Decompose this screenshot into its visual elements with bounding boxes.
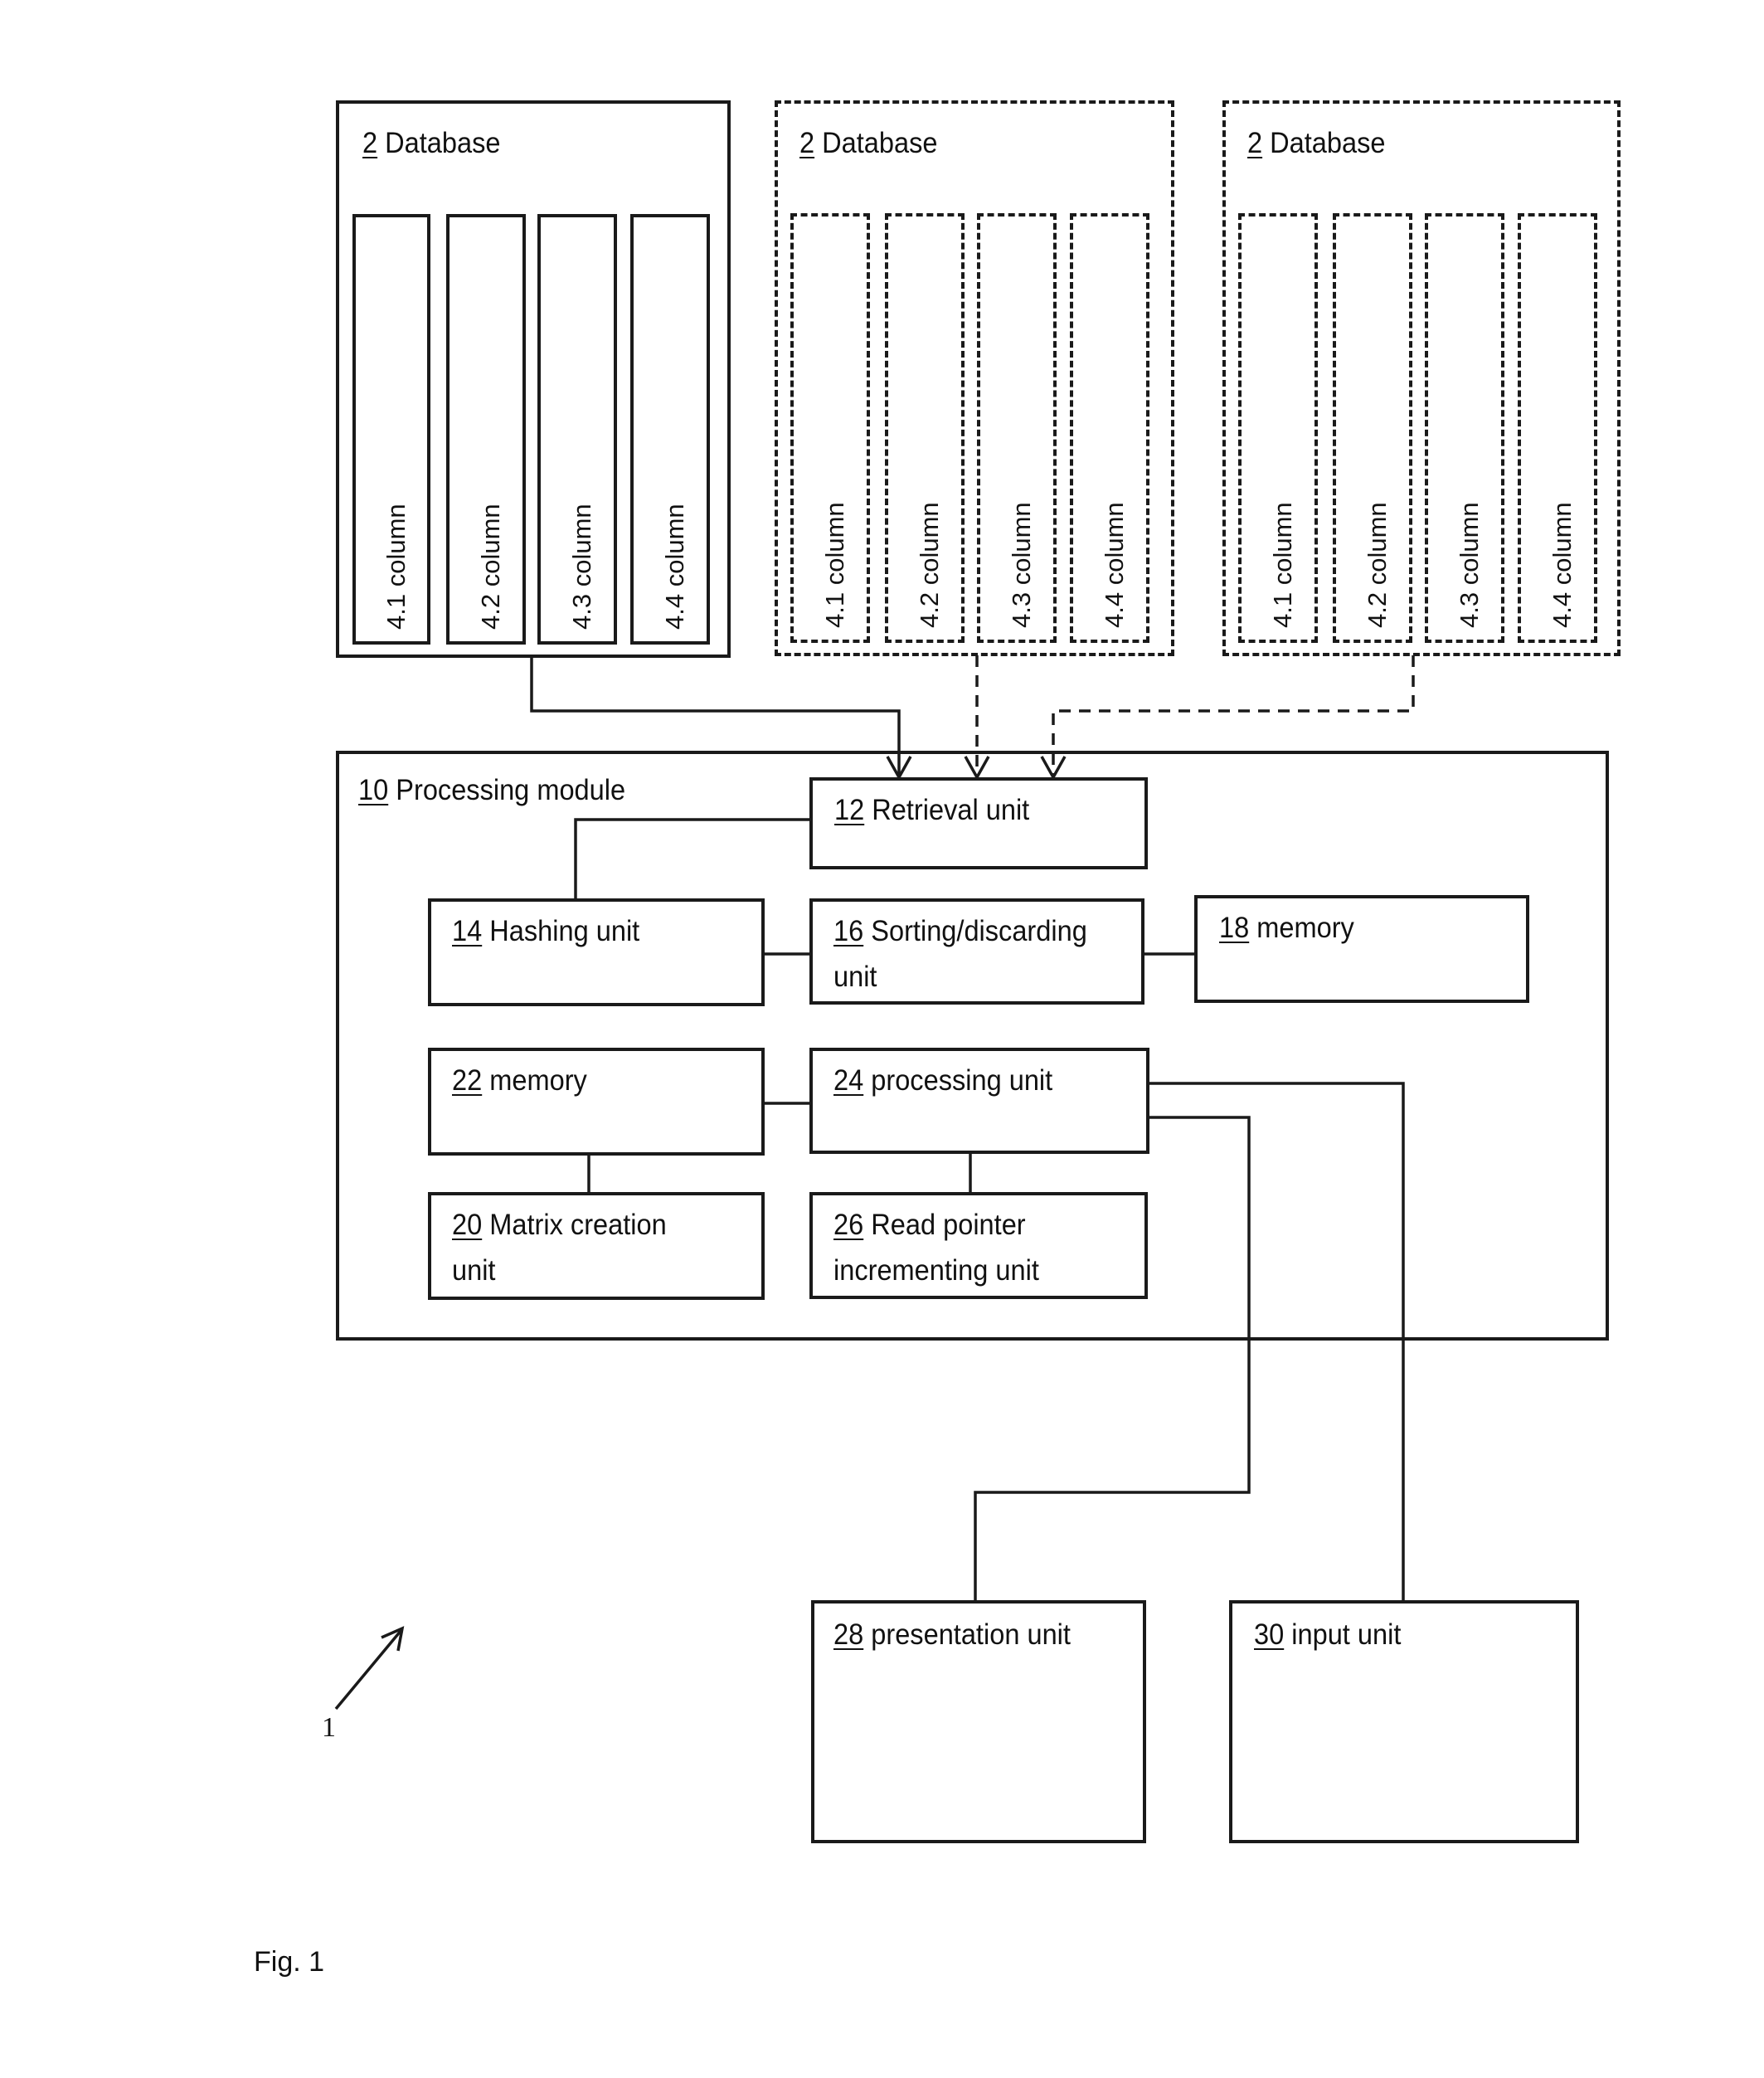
unit-number: 20 bbox=[452, 1209, 483, 1241]
database-1-name: Database bbox=[385, 127, 501, 159]
db1-column-4-2: 4.2 column bbox=[446, 214, 526, 645]
database-2-name: Database bbox=[822, 127, 938, 159]
unit-number: 12 bbox=[834, 794, 865, 826]
matrix-creation-unit: 20 Matrix creation unit bbox=[428, 1192, 765, 1300]
unit-name-line2: incrementing unit bbox=[833, 1254, 1039, 1287]
db3-column-4-1: 4.1 column bbox=[1238, 213, 1318, 643]
retrieval-unit: 12 Retrieval unit bbox=[809, 777, 1148, 869]
column-label: 4.1 column bbox=[381, 504, 411, 630]
memory-18: 18 memory bbox=[1194, 895, 1529, 1003]
column-label: 4.2 column bbox=[915, 502, 944, 628]
column-label: 4.1 column bbox=[820, 502, 849, 628]
unit-number: 16 bbox=[833, 915, 864, 947]
db1-column-4-1: 4.1 column bbox=[352, 214, 430, 645]
unit-number: 28 bbox=[833, 1618, 864, 1651]
unit-name: memory bbox=[1256, 912, 1354, 944]
db1-column-4-3: 4.3 column bbox=[537, 214, 617, 645]
unit-name: Retrieval unit bbox=[872, 794, 1030, 826]
matrix-creation-unit-label: 20 Matrix creation unit bbox=[452, 1202, 667, 1293]
db2-column-4-4: 4.4 column bbox=[1070, 213, 1149, 643]
unit-name: input unit bbox=[1291, 1618, 1402, 1651]
reference-arrow-line bbox=[334, 1628, 403, 1711]
unit-name: Read pointer bbox=[871, 1209, 1026, 1241]
database-3-title: 2 Database bbox=[1247, 120, 1385, 166]
unit-name: presentation unit bbox=[871, 1618, 1071, 1651]
retrieval-unit-label: 12 Retrieval unit bbox=[834, 787, 1029, 833]
unit-number: 24 bbox=[833, 1064, 864, 1097]
db3-column-4-4: 4.4 column bbox=[1518, 213, 1597, 643]
processing-unit: 24 processing unit bbox=[809, 1048, 1149, 1154]
db3-column-4-3: 4.3 column bbox=[1425, 213, 1504, 643]
unit-number: 14 bbox=[452, 915, 483, 947]
processing-unit-label: 24 processing unit bbox=[833, 1058, 1052, 1103]
input-unit: 30 input unit bbox=[1229, 1600, 1579, 1843]
unit-name: Sorting/discarding bbox=[871, 915, 1087, 947]
figure-caption: Fig. 1 bbox=[254, 1946, 325, 1978]
processing-module-number: 10 bbox=[358, 774, 389, 806]
column-label: 4.2 column bbox=[476, 504, 505, 630]
read-pointer-incrementing-unit-label: 26 Read pointer incrementing unit bbox=[833, 1202, 1039, 1293]
database-3-number: 2 bbox=[1247, 127, 1263, 159]
memory-22: 22 memory bbox=[428, 1048, 765, 1156]
read-pointer-incrementing-unit: 26 Read pointer incrementing unit bbox=[809, 1192, 1148, 1299]
memory-18-label: 18 memory bbox=[1219, 905, 1354, 951]
presentation-unit: 28 presentation unit bbox=[811, 1600, 1146, 1843]
unit-name: Hashing unit bbox=[489, 915, 640, 947]
reference-numeral: 1 bbox=[322, 1712, 336, 1743]
database-2-title: 2 Database bbox=[799, 120, 937, 166]
sorting-discarding-unit-label: 16 Sorting/discarding unit bbox=[833, 908, 1087, 1000]
unit-name: processing unit bbox=[871, 1064, 1053, 1097]
column-label: 4.3 column bbox=[1007, 502, 1036, 628]
unit-number: 22 bbox=[452, 1064, 483, 1097]
database-1-title: 2 Database bbox=[362, 120, 500, 166]
processing-module-name: Processing module bbox=[396, 774, 626, 806]
memory-22-label: 22 memory bbox=[452, 1058, 587, 1103]
column-label: 4.3 column bbox=[567, 504, 596, 630]
unit-number: 30 bbox=[1254, 1618, 1285, 1651]
unit-name: memory bbox=[489, 1064, 587, 1097]
database-2-number: 2 bbox=[799, 127, 815, 159]
db3-column-4-2: 4.2 column bbox=[1333, 213, 1412, 643]
db1-column-4-4: 4.4 column bbox=[630, 214, 710, 645]
column-label: 4.4 column bbox=[1548, 502, 1577, 628]
column-label: 4.3 column bbox=[1455, 502, 1484, 628]
column-label: 4.4 column bbox=[660, 504, 689, 630]
unit-name-line2: unit bbox=[452, 1254, 496, 1287]
unit-name-line2: unit bbox=[833, 961, 877, 993]
processing-module-title: 10 Processing module bbox=[358, 767, 625, 813]
unit-number: 26 bbox=[833, 1209, 864, 1241]
hashing-unit-label: 14 Hashing unit bbox=[452, 908, 639, 954]
db2-column-4-2: 4.2 column bbox=[885, 213, 965, 643]
database-3-name: Database bbox=[1270, 127, 1386, 159]
column-label: 4.2 column bbox=[1363, 502, 1392, 628]
hashing-unit: 14 Hashing unit bbox=[428, 898, 765, 1006]
database-1-number: 2 bbox=[362, 127, 378, 159]
column-label: 4.4 column bbox=[1100, 502, 1129, 628]
sorting-discarding-unit: 16 Sorting/discarding unit bbox=[809, 898, 1144, 1005]
input-unit-label: 30 input unit bbox=[1254, 1612, 1401, 1657]
column-label: 4.1 column bbox=[1268, 502, 1297, 628]
presentation-unit-label: 28 presentation unit bbox=[833, 1612, 1071, 1657]
db2-column-4-3: 4.3 column bbox=[977, 213, 1057, 643]
db2-column-4-1: 4.1 column bbox=[790, 213, 870, 643]
unit-number: 18 bbox=[1219, 912, 1250, 944]
unit-name: Matrix creation bbox=[489, 1209, 667, 1241]
